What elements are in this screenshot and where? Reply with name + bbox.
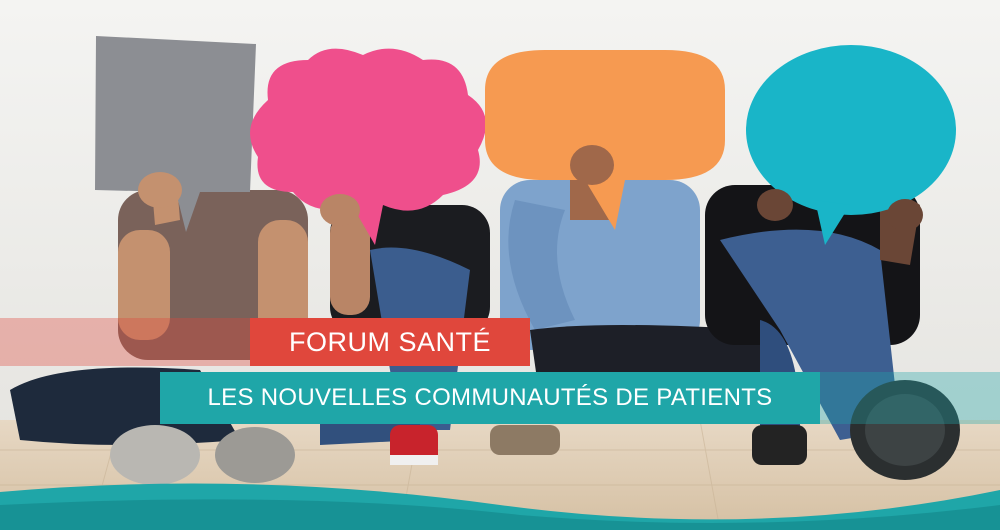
people-with-speech-bubbles-illustration — [0, 0, 1000, 530]
forum-subtitle: LES NOUVELLES COMMUNAUTÉS DE PATIENTS — [207, 384, 773, 411]
forum-title: FORUM SANTÉ — [288, 326, 491, 357]
hero-photo: FORUM SANTÉ LES NOUVELLES COMMUNAUTÉS DE… — [0, 0, 1000, 530]
subtitle-banner: LES NOUVELLES COMMUNAUTÉS DE PATIENTS — [160, 372, 820, 424]
teal-band-right — [820, 372, 1000, 424]
forum-title-banner: FORUM SANTÉ — [250, 318, 530, 366]
red-band-left — [0, 318, 250, 366]
